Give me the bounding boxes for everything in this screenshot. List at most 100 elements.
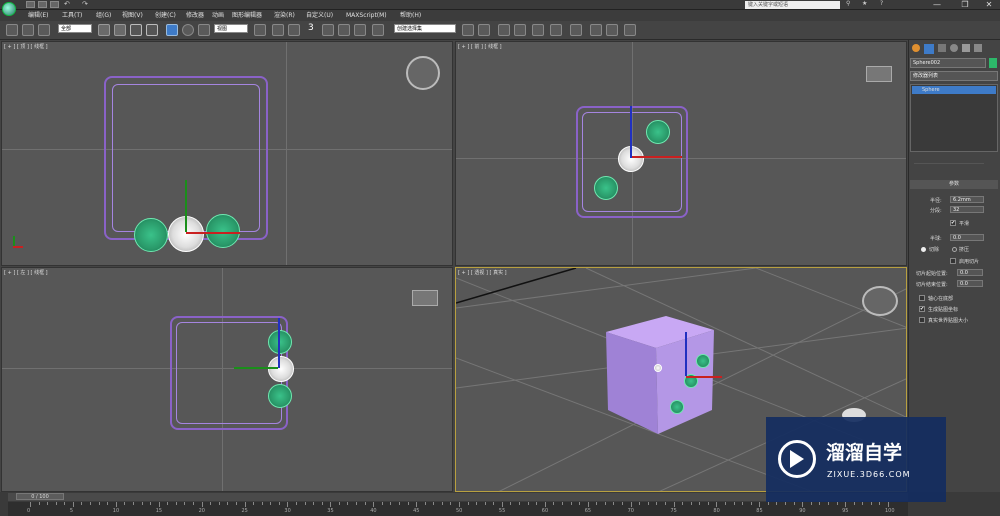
sphere-green-1[interactable] — [696, 354, 710, 368]
exchange-icon[interactable]: ★ — [862, 0, 867, 7]
viewport-label-front[interactable]: [ + ] [ 前 ] [ 线框 ] — [458, 43, 502, 50]
pivot-center-icon[interactable] — [254, 24, 266, 36]
sphere-green-top[interactable] — [646, 120, 670, 144]
hemisphere-spinner[interactable]: 0.0 — [950, 234, 984, 241]
ref-coord-dropdown[interactable]: 视图 — [214, 24, 248, 33]
gizmo-x-axis[interactable] — [632, 156, 682, 158]
gizmo-x-axis[interactable] — [186, 232, 240, 234]
chop-radio[interactable] — [921, 247, 926, 252]
segments-spinner[interactable]: 32 — [950, 206, 984, 213]
rect-region-icon[interactable] — [130, 24, 142, 36]
edit-named-sel-icon[interactable] — [372, 24, 384, 36]
mirror-icon[interactable] — [462, 24, 474, 36]
layer-manager-icon[interactable] — [498, 24, 510, 36]
new-file-icon[interactable] — [26, 1, 35, 8]
stack-tools[interactable] — [914, 156, 984, 164]
schematic-view-icon[interactable] — [550, 24, 562, 36]
motion-tab-icon[interactable] — [950, 44, 958, 52]
viewcube-left-icon[interactable] — [412, 290, 438, 306]
sphere-green-left[interactable] — [134, 218, 168, 252]
select-manipulate-icon[interactable] — [272, 24, 284, 36]
menu-maxscript[interactable]: MAXScript(M) — [346, 10, 387, 21]
viewcube-top-icon[interactable] — [406, 56, 440, 90]
gizmo-x-axis[interactable] — [686, 376, 722, 378]
time-slider-thumb[interactable]: 0 / 100 — [16, 493, 64, 500]
help-icon[interactable]: ? — [880, 0, 883, 7]
app-logo-icon[interactable] — [2, 2, 16, 16]
rotate-icon[interactable] — [182, 24, 194, 36]
modifier-stack[interactable] — [910, 84, 998, 152]
viewport-top[interactable] — [1, 41, 453, 266]
link-icon[interactable] — [6, 24, 18, 36]
slice-from-spinner[interactable]: 0.0 — [957, 269, 983, 276]
undo-icon[interactable]: ↶ — [64, 0, 70, 8]
sphere-green-3[interactable] — [670, 400, 684, 414]
menu-help[interactable]: 帮助(H) — [400, 10, 421, 21]
radius-spinner[interactable]: 6.2mm — [950, 196, 984, 203]
viewport-left[interactable] — [1, 267, 453, 492]
modify-tab-icon[interactable] — [924, 44, 934, 54]
move-icon[interactable] — [166, 24, 178, 36]
sphere-green-right[interactable] — [206, 214, 240, 248]
material-editor-icon[interactable] — [570, 24, 582, 36]
modifier-list-dropdown[interactable]: 修改器列表 — [910, 71, 998, 81]
gizmo-z-axis[interactable] — [685, 332, 687, 376]
menu-edit[interactable]: 编辑(E) — [28, 10, 48, 21]
menu-animation[interactable]: 动画 — [212, 10, 224, 21]
menu-view[interactable]: 视图(V) — [122, 10, 143, 21]
sphere-green-top[interactable] — [268, 330, 292, 354]
spinner-snap-icon[interactable] — [354, 24, 366, 36]
curve-editor-icon[interactable] — [532, 24, 544, 36]
percent-snap-icon[interactable] — [338, 24, 350, 36]
menu-rendering[interactable]: 渲染(R) — [274, 10, 295, 21]
keyboard-shortcut-icon[interactable] — [288, 24, 300, 36]
viewcube-front-icon[interactable] — [866, 66, 892, 82]
create-tab-icon[interactable] — [912, 44, 920, 52]
squash-radio[interactable] — [952, 247, 957, 252]
menu-customize[interactable]: 自定义(U) — [306, 10, 333, 21]
menu-group[interactable]: 组(G) — [96, 10, 111, 21]
rendered-frame-icon[interactable] — [606, 24, 618, 36]
base-pivot-checkbox[interactable] — [919, 295, 925, 301]
viewport-label-left[interactable]: [ + ] [ 左 ] [ 线框 ] — [4, 269, 48, 276]
gizmo-z-axis[interactable] — [278, 318, 280, 368]
menu-create[interactable]: 创建(C) — [155, 10, 176, 21]
bind-space-warp-icon[interactable] — [38, 24, 50, 36]
viewport-label-top[interactable]: [ + ] [ 顶 ] [ 线框 ] — [4, 43, 48, 50]
close-button[interactable]: ✕ — [976, 0, 1000, 9]
window-crossing-icon[interactable] — [146, 24, 158, 36]
redo-icon[interactable]: ↷ — [82, 0, 88, 8]
rollout-parameters[interactable]: 参数 — [910, 180, 998, 189]
sphere-green-bottom[interactable] — [268, 384, 292, 408]
search-icon[interactable]: ⚲ — [846, 0, 850, 7]
select-object-icon[interactable] — [98, 24, 110, 36]
stack-item-sphere[interactable]: Sphere — [912, 86, 996, 94]
sphere-green-bottom[interactable] — [594, 176, 618, 200]
unlink-icon[interactable] — [22, 24, 34, 36]
hierarchy-tab-icon[interactable] — [938, 44, 946, 52]
search-input[interactable]: 键入关键字或短语 — [745, 1, 840, 9]
viewport-front[interactable] — [455, 41, 907, 266]
minimize-button[interactable]: — — [924, 0, 950, 9]
track-bar[interactable]: 0 5 10 15 20 25 30 35 40 45 50 55 60 65 70 75 80 85 90 95 10… — [8, 502, 908, 516]
viewcube-persp-icon[interactable] — [862, 286, 898, 316]
gen-uv-checkbox[interactable]: ✔ — [919, 306, 925, 312]
slice-to-spinner[interactable]: 0.0 — [957, 280, 983, 287]
align-icon[interactable] — [478, 24, 490, 36]
slice-on-checkbox[interactable] — [950, 258, 956, 264]
open-file-icon[interactable] — [38, 1, 47, 8]
object-color-swatch[interactable] — [989, 58, 997, 68]
menu-tools[interactable]: 工具(T) — [62, 10, 82, 21]
viewport-label-persp[interactable]: [ + ] [ 透视 ] [ 真实 ] — [458, 269, 507, 276]
utilities-tab-icon[interactable] — [974, 44, 982, 52]
menu-modifiers[interactable]: 修改器 — [186, 10, 204, 21]
gizmo-z-axis[interactable] — [630, 106, 632, 158]
save-file-icon[interactable] — [50, 1, 59, 8]
render-teapot-icon[interactable] — [624, 24, 636, 36]
menu-graph-editors[interactable]: 图形编辑器 — [232, 10, 262, 21]
object-name-input[interactable]: Sphere002 — [910, 58, 986, 68]
sphere-selected[interactable] — [654, 364, 662, 372]
sphere-selected[interactable] — [268, 356, 294, 382]
maximize-button[interactable]: ❐ — [952, 0, 978, 9]
snap-toggle-icon[interactable]: 3 — [308, 23, 314, 33]
